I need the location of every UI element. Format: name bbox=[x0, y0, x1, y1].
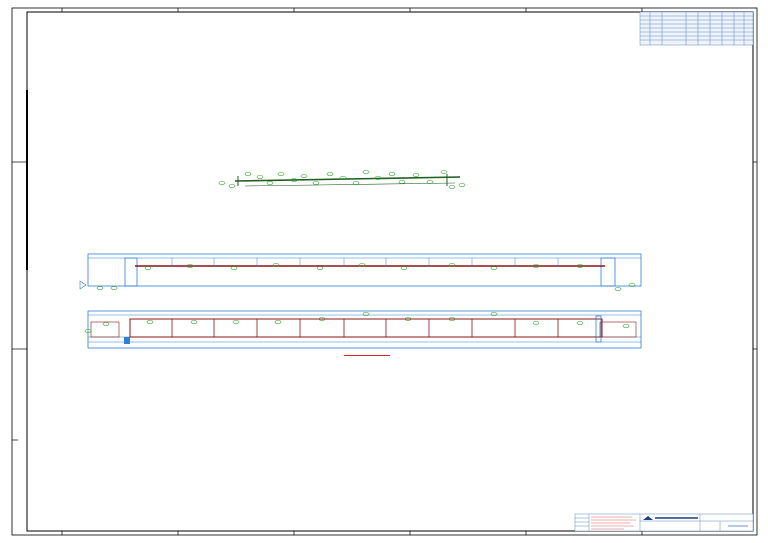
revision-table bbox=[639, 11, 754, 46]
view-caption-underline bbox=[344, 355, 390, 356]
sheet-border bbox=[11, 7, 758, 536]
elevation-b bbox=[84, 310, 642, 349]
elevation-a bbox=[79, 253, 642, 291]
plan-view bbox=[218, 170, 466, 189]
drawing-sheet bbox=[0, 0, 768, 543]
triangle-marker-icon bbox=[79, 280, 87, 290]
drawing-frame bbox=[26, 11, 754, 532]
zone-ticks-top bbox=[61, 8, 643, 12]
zone-ticks-right bbox=[753, 161, 757, 350]
zone-ticks-bottom bbox=[61, 531, 643, 535]
title-block bbox=[574, 513, 754, 532]
drawing-canvas bbox=[11, 7, 758, 536]
zone-ticks-left bbox=[12, 161, 27, 441]
